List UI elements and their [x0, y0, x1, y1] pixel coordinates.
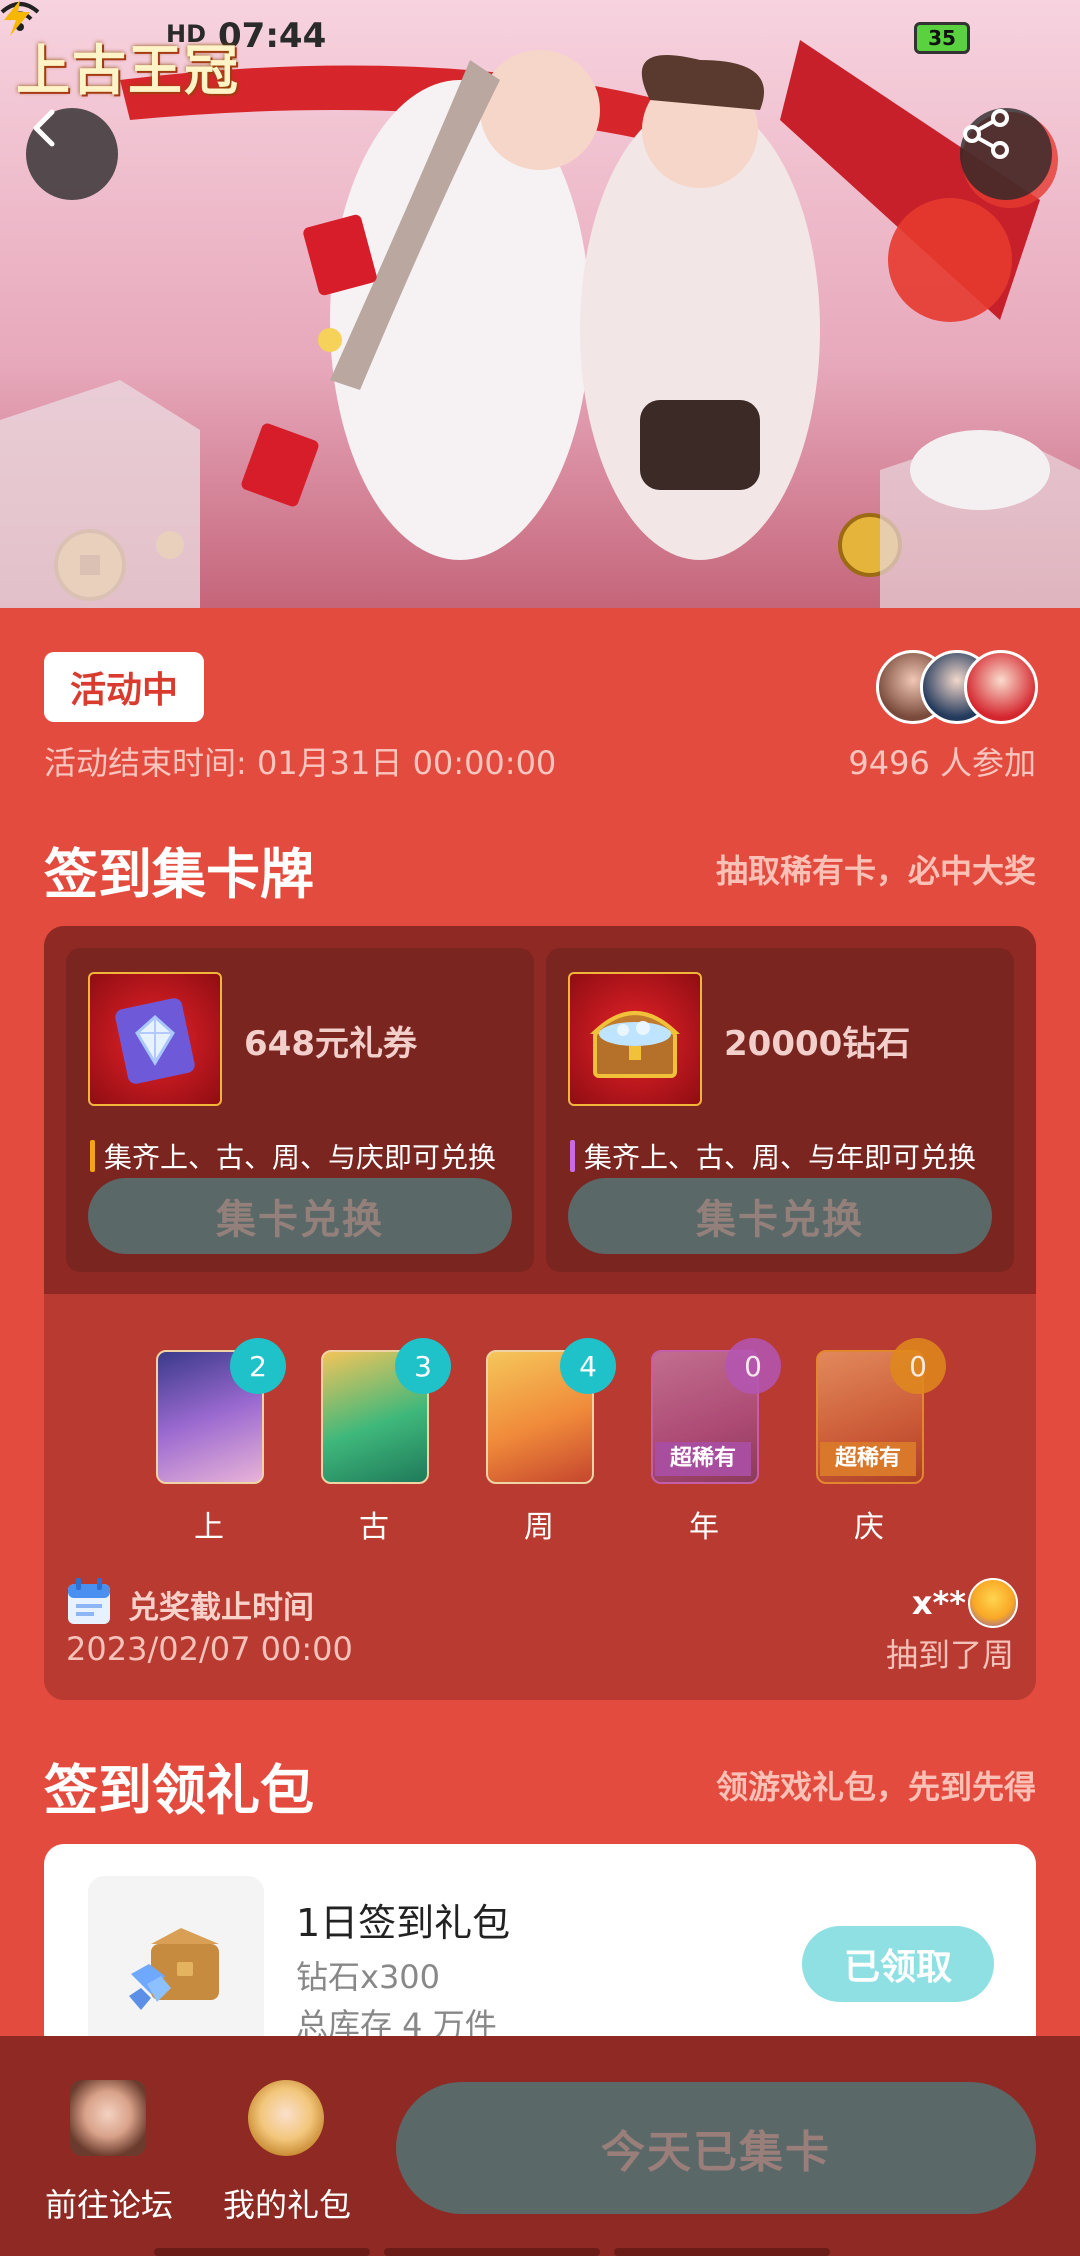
- my-gifts-link[interactable]: 我的礼包: [212, 2080, 362, 2230]
- card-qing[interactable]: 超稀有 0 庆: [802, 1338, 952, 1545]
- reward-card: 20000钻石 集齐上、古、周、与年即可兑换 集卡兑换: [546, 948, 1014, 1272]
- card-count-badge: 4: [560, 1338, 616, 1394]
- card-count-badge: 0: [890, 1338, 946, 1394]
- reward-name: 648元礼券: [244, 1024, 417, 1064]
- share-button[interactable]: [960, 108, 1052, 200]
- super-rare-tag: 超稀有: [820, 1442, 916, 1476]
- gift-image: [88, 1876, 264, 2052]
- card-label: 周: [524, 1510, 554, 1545]
- super-rare-tag: 超稀有: [655, 1442, 751, 1476]
- card-label: 上: [194, 1510, 224, 1545]
- treasure-chest-icon: [589, 1011, 681, 1078]
- card-section-subtitle: 抽取稀有卡，必中大奖: [715, 852, 1036, 890]
- card-zhou[interactable]: 4 周: [472, 1338, 622, 1545]
- battery-icon: 35: [914, 22, 970, 54]
- reward-condition-text: 集齐上、古、周、与庆即可兑换: [104, 1141, 497, 1174]
- gift-title: 1日签到礼包: [296, 1901, 511, 1945]
- hero-banner: HD 07:44 35 上古王冠: [0, 0, 1080, 608]
- activity-status-badge: 活动中: [44, 652, 204, 722]
- collect-card-button[interactable]: 今天已集卡: [396, 2082, 1036, 2214]
- chevron-left-icon: [33, 109, 55, 147]
- bottom-tabs-indicator: [154, 2248, 924, 2256]
- avatar: [964, 650, 1038, 724]
- card-count-badge: 2: [230, 1338, 286, 1394]
- card-collection-panel: 648元礼券 集齐上、古、周、与庆即可兑换 集卡兑换 20000钻石 集齐上、古…: [44, 926, 1036, 1700]
- participant-avatars: [876, 650, 1038, 724]
- gift-reward: 钻石x300: [296, 1958, 441, 1996]
- reward-card: 648元礼券 集齐上、古、周、与庆即可兑换 集卡兑换: [66, 948, 534, 1272]
- my-gifts-label: 我的礼包: [222, 2186, 351, 2224]
- card-label: 古: [359, 1510, 389, 1545]
- share-icon: [963, 109, 1009, 159]
- forum-avatar: [70, 2080, 146, 2156]
- gift-section-subtitle: 领游戏礼包，先到先得: [715, 1768, 1036, 1806]
- winner-avatar: [968, 1578, 1018, 1628]
- diamond-ticket-icon: [115, 998, 195, 1084]
- diamond-chest-image: [568, 972, 702, 1106]
- card-label: 年: [689, 1510, 719, 1545]
- diamond-bag-icon: [129, 1928, 219, 2010]
- card-gu[interactable]: 3 古: [307, 1338, 457, 1545]
- accent-bar: [570, 1140, 575, 1172]
- card-count-badge: 3: [395, 1338, 451, 1394]
- card-count-badge: 0: [725, 1338, 781, 1394]
- reward-name: 20000钻石: [724, 1024, 911, 1064]
- claimed-button[interactable]: 已领取: [802, 1926, 994, 2002]
- rewards-area: 648元礼券 集齐上、古、周、与庆即可兑换 集卡兑换 20000钻石 集齐上、古…: [44, 926, 1036, 1294]
- my-gifts-avatar: [248, 2080, 324, 2156]
- forum-label: 前往论坛: [44, 2186, 173, 2224]
- forum-link[interactable]: 前往论坛: [34, 2080, 184, 2230]
- game-logo: 上古王冠: [16, 39, 240, 102]
- calendar-icon: [68, 1578, 110, 1624]
- participant-count: 9496 人参加: [848, 744, 1036, 782]
- reward-condition: 集齐上、古、周、与庆即可兑换: [90, 1136, 496, 1176]
- exchange-button[interactable]: 集卡兑换: [88, 1178, 512, 1254]
- collected-cards-row: 2 上 3 古 4 周 超稀有 0 年 超稀有 0 庆: [44, 1338, 1036, 1558]
- activity-end-time: 活动结束时间: 01月31日 00:00:00: [44, 744, 557, 782]
- deadline-value: 2023/02/07 00:00: [66, 1630, 353, 1668]
- card-label: 庆: [854, 1510, 884, 1545]
- exchange-button[interactable]: 集卡兑换: [568, 1178, 992, 1254]
- card-shang[interactable]: 2 上: [142, 1338, 292, 1545]
- winner-name: x**: [911, 1584, 966, 1622]
- back-button[interactable]: [26, 108, 118, 200]
- reward-condition: 集齐上、古、周、与年即可兑换: [570, 1136, 976, 1176]
- voucher-image: [88, 972, 222, 1106]
- card-nian[interactable]: 超稀有 0 年: [637, 1338, 787, 1545]
- accent-bar: [90, 1140, 95, 1172]
- winner-action: 抽到了周: [885, 1636, 1014, 1674]
- card-section-title: 签到集卡牌: [44, 843, 314, 906]
- bottom-action-bar: 前往论坛 我的礼包 今天已集卡: [0, 2036, 1080, 2256]
- deadline-label: 兑奖截止时间: [128, 1590, 314, 1626]
- gift-section-title: 签到领礼包: [44, 1759, 314, 1822]
- reward-condition-text: 集齐上、古、周、与年即可兑换: [584, 1141, 977, 1174]
